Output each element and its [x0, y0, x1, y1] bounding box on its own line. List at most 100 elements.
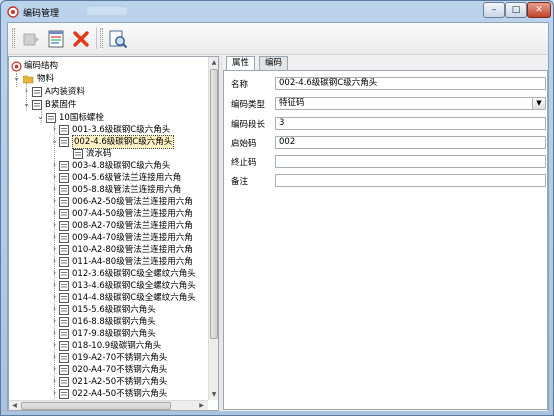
tree-item-label: 009-A4-70级管法兰连接用六角	[72, 233, 193, 243]
document-icon	[59, 365, 69, 375]
end-code-field[interactable]	[275, 155, 546, 168]
expand-icon[interactable]: ›	[51, 389, 58, 397]
main-window: 编码管理 – □ ✕ 编码结构 ⌄ 物料 › A内装资料 ⌄ B紧固件 ⌄ 10…	[0, 0, 554, 416]
document-icon	[59, 185, 69, 195]
document-icon	[59, 257, 69, 267]
collapse-icon[interactable]: ⌄	[23, 100, 30, 108]
tree-item-label: 007-A4-50级管法兰连接用六角	[72, 209, 193, 219]
document-icon	[59, 305, 69, 315]
close-button[interactable]: ✕	[527, 2, 551, 18]
scroll-thumb[interactable]	[210, 69, 218, 339]
expand-icon[interactable]: ›	[51, 161, 58, 169]
expand-icon[interactable]: ›	[51, 305, 58, 313]
expand-icon[interactable]: ›	[51, 293, 58, 301]
expand-icon[interactable]: ›	[51, 317, 58, 325]
window-title: 编码管理	[23, 9, 60, 19]
toolbar-grip[interactable]	[12, 28, 15, 48]
document-icon	[59, 293, 69, 303]
tab-strip: 属性 编码	[223, 56, 548, 71]
tree-item-label: 流水码	[86, 149, 112, 159]
document-icon	[59, 377, 69, 387]
delete-icon[interactable]	[70, 28, 92, 50]
collapse-icon[interactable]: ⌄	[51, 137, 58, 145]
tree-item-label: 004-5.6级管法兰连接用六角	[72, 173, 182, 183]
tree-item-label: 006-A2-50级管法兰连接用六角	[72, 197, 193, 207]
length-field[interactable]: 3	[275, 117, 546, 130]
chevron-down-icon[interactable]: ▼	[532, 98, 545, 109]
add-icon[interactable]	[20, 28, 42, 50]
app-icon	[7, 6, 19, 18]
expand-icon[interactable]: ›	[51, 209, 58, 217]
document-icon	[59, 221, 69, 231]
start-code-field[interactable]: 002	[275, 136, 546, 149]
collapse-icon[interactable]: ⌄	[37, 113, 44, 121]
tree-horizontal-scrollbar[interactable]: ◀ ▶	[9, 400, 208, 410]
document-icon	[46, 113, 56, 123]
name-field[interactable]: 002-4.6级碳钢C级六角头	[275, 77, 546, 90]
title-bar[interactable]: 编码管理 – □ ✕	[1, 1, 553, 23]
tree-item-label: 003-4.8级碳钢C级六角头	[72, 161, 171, 171]
document-icon	[59, 389, 69, 399]
expand-icon[interactable]: ›	[23, 87, 30, 95]
tab-code[interactable]: 编码	[259, 56, 289, 70]
document-icon	[59, 161, 69, 171]
property-panel: 属性 编码 名称 002-4.6级碳钢C级六角头 编码类型 特征码 ▼ 编码段长…	[223, 56, 548, 411]
client-area: 编码结构 ⌄ 物料 › A内装资料 ⌄ B紧固件 ⌄ 10国标螺栓 › 001-…	[7, 22, 549, 411]
expand-icon[interactable]: ›	[51, 221, 58, 229]
code-tree[interactable]: 编码结构 ⌄ 物料 › A内装资料 ⌄ B紧固件 ⌄ 10国标螺栓 › 001-…	[8, 56, 219, 411]
expand-icon[interactable]: ›	[51, 353, 58, 361]
collapse-icon[interactable]: ⌄	[13, 74, 20, 82]
type-label: 编码类型	[231, 100, 266, 110]
scroll-up-icon[interactable]: ▲	[209, 57, 218, 68]
expand-icon[interactable]: ›	[51, 197, 58, 205]
expand-icon[interactable]: ›	[51, 269, 58, 277]
document-icon	[59, 137, 69, 147]
type-select[interactable]: 特征码 ▼	[275, 97, 546, 110]
document-icon	[32, 87, 42, 97]
tree-item-label: 010-A2-80级管法兰连接用六角	[72, 245, 193, 255]
structure-icon	[11, 61, 22, 72]
document-icon	[59, 329, 69, 339]
preview-icon[interactable]	[107, 28, 129, 50]
scroll-thumb[interactable]	[21, 402, 171, 410]
edit-icon[interactable]	[45, 28, 67, 50]
tab-properties[interactable]: 属性	[226, 56, 256, 71]
note-field[interactable]	[275, 174, 546, 187]
expand-icon[interactable]: ›	[51, 245, 58, 253]
folder-open-icon	[23, 75, 34, 84]
document-icon	[59, 233, 69, 243]
end-code-label: 终止码	[231, 158, 257, 168]
tree-item-label: 002-4.6级碳钢C级六角头	[72, 135, 175, 149]
title-blur	[87, 7, 127, 15]
name-label: 名称	[231, 80, 249, 90]
scroll-right-icon[interactable]: ▶	[196, 401, 207, 410]
expand-icon[interactable]: ›	[51, 329, 58, 337]
document-icon	[59, 209, 69, 219]
tree-node-label: B紧固件	[45, 100, 77, 110]
length-label: 编码段长	[231, 120, 266, 130]
expand-icon[interactable]: ›	[51, 125, 58, 133]
expand-icon[interactable]: ›	[51, 365, 58, 373]
expand-icon[interactable]: ›	[51, 173, 58, 181]
expand-icon[interactable]: ›	[51, 185, 58, 193]
expand-icon[interactable]: ›	[51, 281, 58, 289]
expand-icon[interactable]: ›	[51, 341, 58, 349]
tree-item-label: 015-5.6级碳钢六角头	[72, 305, 156, 315]
document-icon	[59, 281, 69, 291]
document-icon	[59, 353, 69, 363]
document-icon	[59, 197, 69, 207]
document-icon	[59, 341, 69, 351]
tree-item-label: 018-10.9级碳钢六角头	[72, 341, 162, 351]
toolbar-grip[interactable]	[100, 28, 103, 48]
note-label: 备注	[231, 177, 249, 187]
scroll-left-icon[interactable]: ◀	[9, 401, 20, 410]
expand-icon[interactable]: ›	[51, 257, 58, 265]
maximize-button[interactable]: □	[505, 2, 527, 18]
tree-item-label: 019-A2-70不锈钢六角头	[72, 353, 168, 363]
expand-icon[interactable]: ›	[51, 233, 58, 241]
tab-content: 名称 002-4.6级碳钢C级六角头 编码类型 特征码 ▼ 编码段长 3 启始码…	[223, 70, 548, 410]
tree-vertical-scrollbar[interactable]: ▲ ▼	[208, 57, 218, 400]
minimize-button[interactable]: –	[483, 2, 505, 18]
scroll-down-icon[interactable]: ▼	[209, 389, 218, 400]
expand-icon[interactable]: ›	[51, 377, 58, 385]
